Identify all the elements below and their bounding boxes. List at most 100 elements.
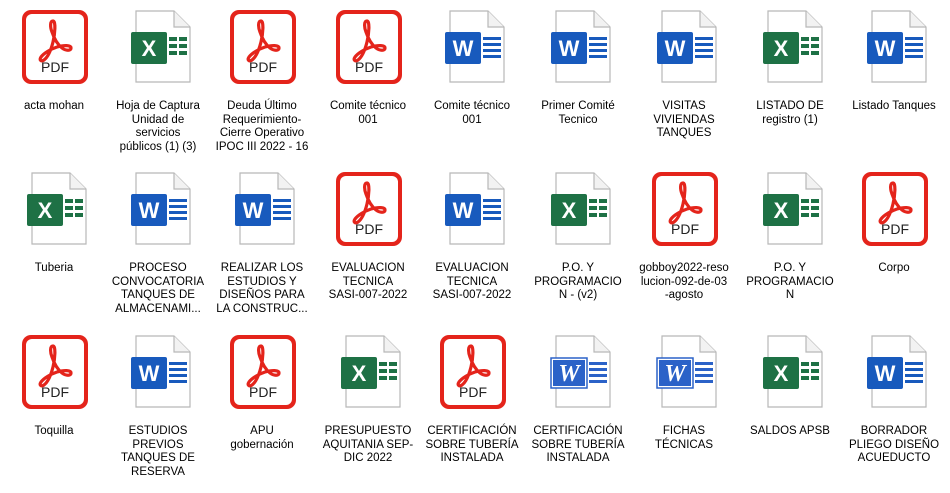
file-item[interactable]: W Comite técnico 001 <box>420 8 524 168</box>
file-name-label: EVALUACION TECNICA SASI-007-2022 <box>432 262 512 301</box>
pdf-file-icon[interactable]: PDF <box>228 8 298 86</box>
pdf-file-icon[interactable]: PDF <box>334 8 404 86</box>
file-item[interactable]: PDF EVALUACION TECNICA SASI-007-2022 <box>316 170 420 330</box>
excel-file-icon[interactable]: X <box>756 170 826 248</box>
file-item[interactable]: PDF gobboy2022-reso lucion-092-de-03 -ago… <box>632 170 736 330</box>
file-item[interactable]: X Tuberia <box>2 170 106 330</box>
word-file-icon[interactable]: W <box>124 170 194 248</box>
file-item[interactable]: W CERTIFICACIÓN SOBRE TUBERÍA INSTALADA <box>526 333 630 493</box>
svg-text:W: W <box>665 36 686 61</box>
file-name-label: Listado Tanques <box>852 100 936 112</box>
svg-text:X: X <box>562 198 577 223</box>
excel-file-icon[interactable]: X <box>20 170 90 248</box>
svg-text:PDF: PDF <box>249 59 277 75</box>
file-name-label: Comite técnico 001 <box>433 100 511 126</box>
pdf-file-icon[interactable]: PDF <box>20 333 90 411</box>
file-item[interactable]: W PROCESO CONVOCATORIA TANQUES DE ALMACEN… <box>106 170 210 330</box>
file-name-label: SALDOS APSB <box>750 425 830 437</box>
file-item[interactable]: X P.O. Y PROGRAMACIO N - (v2) <box>526 170 630 330</box>
file-item[interactable]: PDF CERTIFICACIÓN SOBRE TUBERÍA INSTALADA <box>420 333 524 493</box>
file-name-label: gobboy2022-reso lucion-092-de-03 -agosto <box>639 262 729 301</box>
file-item[interactable]: W EVALUACION TECNICA SASI-007-2022 <box>420 170 524 330</box>
file-item[interactable]: X LISTADO DE registro (1) <box>738 8 842 168</box>
file-item[interactable]: W Listado Tanques <box>842 8 946 168</box>
file-item[interactable]: X Hoja de Captura Unidad de servicios púb… <box>106 8 210 168</box>
excel-file-icon[interactable]: X <box>334 333 404 411</box>
svg-text:W: W <box>139 198 160 223</box>
word-file-icon[interactable]: W <box>860 333 930 411</box>
file-item[interactable]: X SALDOS APSB <box>738 333 842 493</box>
svg-text:X: X <box>352 361 367 386</box>
svg-text:X: X <box>774 361 789 386</box>
pdf-file-icon[interactable]: PDF <box>860 170 930 248</box>
file-name-label: LISTADO DE registro (1) <box>756 100 824 126</box>
file-name-label: PRESUPUESTO AQUITANIA SEP- DIC 2022 <box>322 425 414 464</box>
svg-text:X: X <box>774 198 789 223</box>
word-file-icon[interactable]: W <box>650 333 720 411</box>
file-item[interactable]: W FICHAS TÉCNICAS <box>632 333 736 493</box>
file-name-label: Toquilla <box>34 425 74 437</box>
file-explorer-large-icons-view: { "rows": [ [ {"type":"pdf","name":"acta… <box>0 0 950 485</box>
file-name-label: Corpo <box>878 262 910 274</box>
word-file-icon[interactable]: W <box>438 170 508 248</box>
pdf-file-icon[interactable]: PDF <box>650 170 720 248</box>
file-name-label: Hoja de Captura Unidad de servicios públ… <box>116 100 200 153</box>
word-file-icon[interactable]: W <box>124 333 194 411</box>
file-name-label: BORRADOR PLIEGO DISEÑO ACUEDUCTO <box>848 425 940 464</box>
file-name-label: Deuda Último Requerimiento- Cierre Opera… <box>215 100 309 153</box>
file-item[interactable]: W Primer Comité Tecnico <box>526 8 630 168</box>
file-name-label: APU gobernación <box>230 425 294 451</box>
file-name-label: P.O. Y PROGRAMACIO N - (v2) <box>534 262 622 301</box>
file-name-label: acta mohan <box>23 100 85 112</box>
word-file-icon[interactable]: W <box>544 333 614 411</box>
file-item[interactable]: W BORRADOR PLIEGO DISEÑO ACUEDUCTO <box>842 333 946 493</box>
file-item[interactable]: X P.O. Y PROGRAMACIO N <box>738 170 842 330</box>
excel-file-icon[interactable]: X <box>544 170 614 248</box>
svg-text:PDF: PDF <box>355 221 383 237</box>
svg-text:X: X <box>774 36 789 61</box>
excel-file-icon[interactable]: X <box>124 8 194 86</box>
file-item[interactable]: PDF Toquilla <box>2 333 106 493</box>
svg-text:W: W <box>243 198 264 223</box>
svg-text:W: W <box>875 36 896 61</box>
excel-file-icon[interactable]: X <box>756 8 826 86</box>
excel-file-icon[interactable]: X <box>756 333 826 411</box>
word-file-icon[interactable]: W <box>860 8 930 86</box>
pdf-file-icon[interactable]: PDF <box>20 8 90 86</box>
file-item[interactable]: PDF acta mohan <box>2 8 106 168</box>
file-item[interactable]: W VISITAS VIVIENDAS TANQUES <box>632 8 736 168</box>
file-item[interactable]: PDF Corpo <box>842 170 946 330</box>
svg-text:PDF: PDF <box>881 221 909 237</box>
file-item[interactable]: PDF APU gobernación <box>210 333 314 493</box>
pdf-file-icon[interactable]: PDF <box>228 333 298 411</box>
file-item[interactable]: PDF Deuda Último Requerimiento- Cierre Op… <box>210 8 314 168</box>
file-item[interactable]: PDF Comite técnico 001 <box>316 8 420 168</box>
svg-text:W: W <box>558 361 581 387</box>
file-name-label: Primer Comité Tecnico <box>541 100 615 126</box>
word-file-icon[interactable]: W <box>228 170 298 248</box>
word-file-icon[interactable]: W <box>544 8 614 86</box>
svg-text:PDF: PDF <box>459 384 487 400</box>
svg-text:W: W <box>453 36 474 61</box>
pdf-file-icon[interactable]: PDF <box>438 333 508 411</box>
svg-text:PDF: PDF <box>41 59 69 75</box>
file-item[interactable]: W REALIZAR LOS ESTUDIOS Y DISEÑOS PARA LA… <box>210 170 314 330</box>
file-name-label: CERTIFICACIÓN SOBRE TUBERÍA INSTALADA <box>531 425 625 464</box>
svg-text:W: W <box>559 36 580 61</box>
file-name-label: Tuberia <box>34 262 74 274</box>
word-file-icon[interactable]: W <box>650 8 720 86</box>
file-item[interactable]: X PRESUPUESTO AQUITANIA SEP- DIC 2022 <box>316 333 420 493</box>
file-name-label: REALIZAR LOS ESTUDIOS Y DISEÑOS PARA LA … <box>216 262 308 315</box>
word-file-icon[interactable]: W <box>438 8 508 86</box>
file-name-label: ESTUDIOS PREVIOS TANQUES DE RESERVA <box>121 425 195 478</box>
file-name-label: CERTIFICACIÓN SOBRE TUBERÍA INSTALADA <box>425 425 519 464</box>
file-name-label: EVALUACION TECNICA SASI-007-2022 <box>328 262 408 301</box>
file-name-label: VISITAS VIVIENDAS TANQUES <box>653 100 715 139</box>
file-name-label: FICHAS TÉCNICAS <box>654 425 714 451</box>
file-item[interactable]: W ESTUDIOS PREVIOS TANQUES DE RESERVA <box>106 333 210 493</box>
file-name-label: PROCESO CONVOCATORIA TANQUES DE ALMACENA… <box>111 262 205 315</box>
svg-text:X: X <box>142 36 157 61</box>
pdf-file-icon[interactable]: PDF <box>334 170 404 248</box>
file-name-label: Comite técnico 001 <box>329 100 407 126</box>
svg-text:X: X <box>38 198 53 223</box>
